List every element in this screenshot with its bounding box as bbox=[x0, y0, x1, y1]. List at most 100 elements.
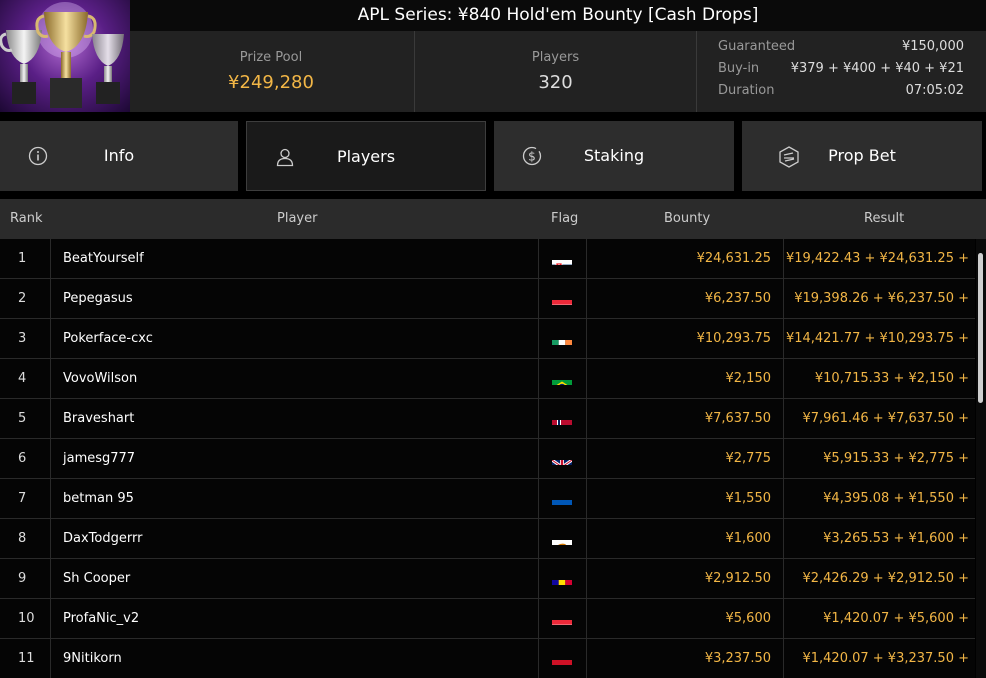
table-header: Rank Player Flag Bounty Result bbox=[0, 199, 986, 239]
rank-cell: 10 bbox=[0, 599, 51, 638]
rank-cell: 5 bbox=[0, 399, 51, 438]
detail-row-guaranteed: Guaranteed ¥150,000 bbox=[718, 39, 964, 61]
rank-cell: 8 bbox=[0, 519, 51, 558]
result-cell: ¥5,915.33 + ¥2,775 + bbox=[823, 451, 969, 466]
indonesia-flag-icon bbox=[552, 651, 572, 665]
andorra-flag-icon bbox=[552, 571, 572, 585]
tab-bar: Info Players $ Staking Prop Bet bbox=[0, 121, 986, 191]
bounty-cell: ¥1,600 bbox=[587, 519, 784, 558]
detail-row-buy-in: Buy-in ¥379 + ¥400 + ¥40 + ¥21 bbox=[718, 61, 964, 83]
flag-cell bbox=[539, 399, 587, 438]
table-row[interactable]: 8 DaxTodgerrr ¥1,600 ¥3,265.53 + ¥1,600 … bbox=[0, 519, 975, 559]
norway-flag-icon bbox=[552, 411, 572, 425]
flag-cell bbox=[539, 519, 587, 558]
player-name[interactable]: VovoWilson bbox=[51, 359, 539, 398]
flag-cell bbox=[539, 439, 587, 478]
result-cell: ¥1,420.07 + ¥5,600 + bbox=[823, 611, 969, 626]
bounty-cell: ¥1,550 bbox=[587, 479, 784, 518]
players-stat: Players 320 bbox=[414, 31, 697, 112]
table-row[interactable]: 6 jamesg777 ¥2,775 ¥5,915.33 + ¥2,775 + bbox=[0, 439, 975, 479]
column-header-flag[interactable]: Flag bbox=[551, 211, 578, 226]
brazil-flag-icon bbox=[552, 371, 572, 385]
table-row[interactable]: 9 Sh Cooper ¥2,912.50 ¥2,426.29 + ¥2,912… bbox=[0, 559, 975, 599]
detail-row-duration: Duration 07:05:02 bbox=[718, 83, 964, 105]
column-header-player[interactable]: Player bbox=[277, 211, 317, 226]
table-row[interactable]: 2 Pepegasus ¥6,237.50 ¥19,398.26 + ¥6,23… bbox=[0, 279, 975, 319]
column-header-result[interactable]: Result bbox=[864, 211, 904, 226]
table-row[interactable]: 7 betman 95 ¥1,550 ¥4,395.08 + ¥1,550 + bbox=[0, 479, 975, 519]
flag-cell bbox=[539, 279, 587, 318]
table-row[interactable]: 11 9Nitikorn ¥3,237.50 ¥1,420.07 + ¥3,23… bbox=[0, 639, 975, 678]
prize-pool-value: ¥249,280 bbox=[228, 72, 314, 93]
result-cell: ¥2,426.29 + ¥2,912.50 + bbox=[802, 571, 969, 586]
player-name[interactable]: BeatYourself bbox=[51, 239, 539, 278]
player-name[interactable]: Pepegasus bbox=[51, 279, 539, 318]
prize-pool-stat: Prize Pool ¥249,280 bbox=[130, 31, 412, 112]
detail-value: ¥379 + ¥400 + ¥40 + ¥21 bbox=[790, 61, 964, 76]
result-cell: ¥10,715.33 + ¥2,150 + bbox=[814, 371, 969, 386]
tournament-details: Guaranteed ¥150,000 Buy-in ¥379 + ¥400 +… bbox=[718, 39, 964, 105]
rank-cell: 1 bbox=[0, 239, 51, 278]
table-row[interactable]: 1 BeatYourself ¥24,631.25 ¥19,422.43 + ¥… bbox=[0, 239, 975, 279]
tournament-stats-panel: Prize Pool ¥249,280 Players 320 Guarante… bbox=[130, 31, 986, 112]
rank-cell: 9 bbox=[0, 559, 51, 598]
player-name[interactable]: Sh Cooper bbox=[51, 559, 539, 598]
player-name[interactable]: betman 95 bbox=[51, 479, 539, 518]
player-name[interactable]: ProfaNic_v2 bbox=[51, 599, 539, 638]
detail-value: 07:05:02 bbox=[905, 83, 964, 98]
scrollbar-thumb[interactable] bbox=[978, 253, 983, 403]
detail-label: Guaranteed bbox=[718, 39, 796, 54]
title-bar: APL Series: ¥840 Hold'em Bounty [Cash Dr… bbox=[130, 0, 986, 31]
slovakia-flag-icon bbox=[552, 251, 572, 265]
tab-label: Info bbox=[103, 146, 135, 165]
ukraine-flag-icon bbox=[552, 491, 572, 505]
table-scrollbar[interactable] bbox=[976, 239, 986, 678]
table-row[interactable]: 10 ProfaNic_v2 ¥5,600 ¥1,420.07 + ¥5,600… bbox=[0, 599, 975, 639]
flag-cell bbox=[539, 599, 587, 638]
rank-cell: 3 bbox=[0, 319, 51, 358]
united-kingdom-flag-icon bbox=[552, 451, 572, 465]
player-name[interactable]: Braveshart bbox=[51, 399, 539, 438]
table-row[interactable]: 3 Pokerface-cxc ¥10,293.75 ¥14,421.77 + … bbox=[0, 319, 975, 359]
tab-label: Prop Bet bbox=[828, 146, 896, 165]
table-row[interactable]: 4 VovoWilson ¥2,150 ¥10,715.33 + ¥2,150 … bbox=[0, 359, 975, 399]
player-name[interactable]: jamesg777 bbox=[51, 439, 539, 478]
players-table: Rank Player Flag Bounty Result 1 BeatYou… bbox=[0, 199, 986, 678]
tab-info[interactable]: Info bbox=[0, 121, 238, 191]
bounty-cell: ¥6,237.50 bbox=[587, 279, 784, 318]
ireland-flag-icon bbox=[552, 331, 572, 345]
player-name[interactable]: Pokerface-cxc bbox=[51, 319, 539, 358]
bounty-cell: ¥5,600 bbox=[587, 599, 784, 638]
result-cell: ¥1,420.07 + ¥3,237.50 + bbox=[802, 651, 969, 666]
result-cell: ¥14,421.77 + ¥10,293.75 + bbox=[785, 331, 969, 346]
austria-flag-icon bbox=[552, 291, 572, 305]
table-row[interactable]: 5 Braveshart ¥7,637.50 ¥7,961.46 + ¥7,63… bbox=[0, 399, 975, 439]
flag-cell bbox=[539, 639, 587, 678]
flag-cell bbox=[539, 559, 587, 598]
rank-cell: 2 bbox=[0, 279, 51, 318]
prize-pool-label: Prize Pool bbox=[239, 50, 303, 65]
player-name[interactable]: 9Nitikorn bbox=[51, 639, 539, 678]
flag-cell bbox=[539, 239, 587, 278]
column-header-bounty[interactable]: Bounty bbox=[664, 211, 710, 226]
rank-cell: 6 bbox=[0, 439, 51, 478]
bounty-cell: ¥2,912.50 bbox=[587, 559, 784, 598]
tab-staking[interactable]: $ Staking bbox=[494, 121, 734, 191]
tab-players[interactable]: Players bbox=[246, 121, 486, 191]
bounty-cell: ¥3,237.50 bbox=[587, 639, 784, 678]
result-cell: ¥3,265.53 + ¥1,600 + bbox=[823, 531, 969, 546]
tournament-title: APL Series: ¥840 Hold'em Bounty [Cash Dr… bbox=[357, 5, 759, 25]
players-count: 320 bbox=[538, 72, 573, 93]
rank-cell: 4 bbox=[0, 359, 51, 398]
tournament-trophy-image bbox=[0, 0, 130, 112]
player-name[interactable]: DaxTodgerrr bbox=[51, 519, 539, 558]
detail-label: Buy-in bbox=[718, 61, 760, 76]
flag-cell bbox=[539, 479, 587, 518]
rank-cell: 7 bbox=[0, 479, 51, 518]
tab-prop-bet[interactable]: Prop Bet bbox=[742, 121, 982, 191]
austria-flag-icon bbox=[552, 611, 572, 625]
result-cell: ¥4,395.08 + ¥1,550 + bbox=[823, 491, 969, 506]
column-header-rank[interactable]: Rank bbox=[10, 211, 42, 226]
bounty-cell: ¥2,775 bbox=[587, 439, 784, 478]
flag-cell bbox=[539, 359, 587, 398]
